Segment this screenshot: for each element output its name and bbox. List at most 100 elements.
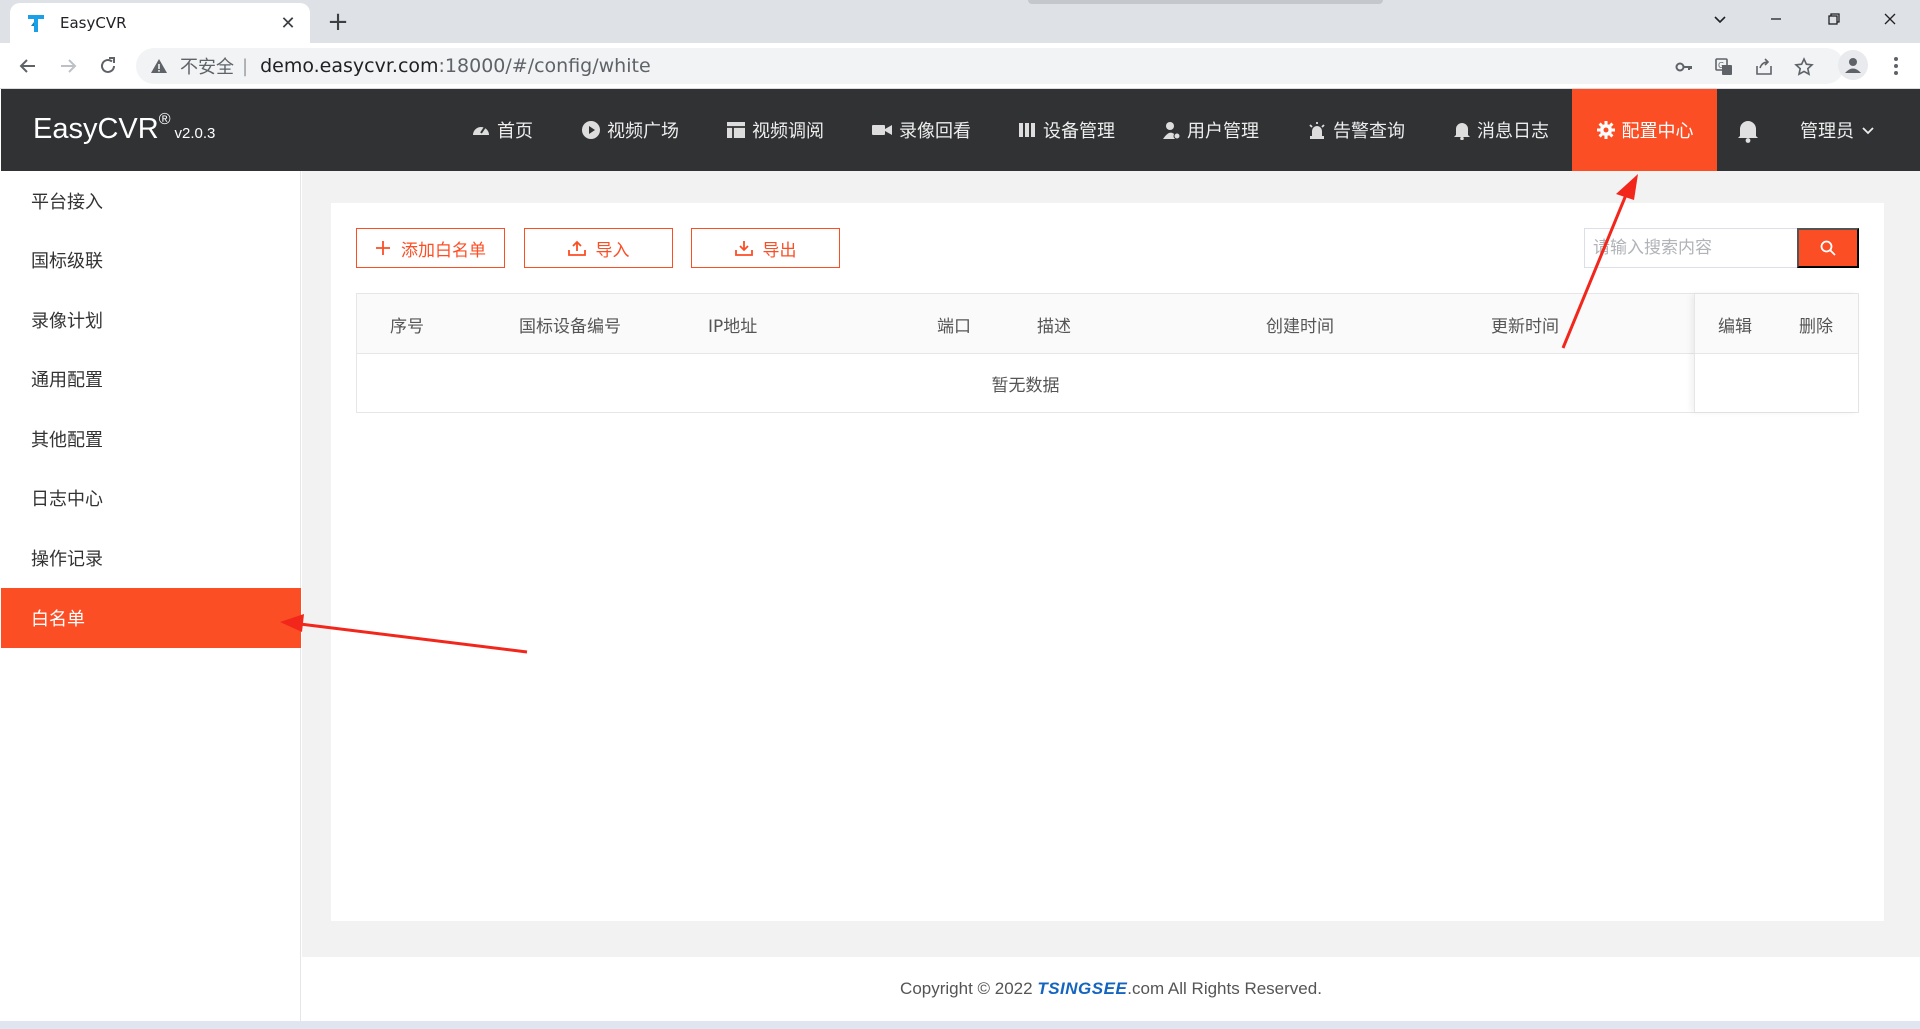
nav-video-square-label: 视频广场 — [607, 121, 679, 142]
notification-bell-icon[interactable] — [1735, 117, 1761, 143]
nav-home-label: 首页 — [497, 121, 533, 142]
nav-playback-label: 录像回看 — [899, 121, 971, 142]
nav-message-log-label: 消息日志 — [1477, 121, 1549, 142]
insecure-label: 不安全 — [180, 57, 234, 78]
reload-icon[interactable] — [92, 50, 124, 82]
search-input[interactable] — [1584, 228, 1797, 268]
user-menu[interactable]: 管理员 — [1800, 89, 1874, 171]
key-icon[interactable] — [1672, 55, 1696, 79]
browser-menu-icon[interactable] — [1884, 52, 1908, 80]
nav-alarm-query-label: 告警查询 — [1333, 121, 1405, 142]
browser-tab-bar: EasyCVR ✕ + — [0, 0, 1920, 43]
profile-avatar-icon[interactable] — [1838, 50, 1868, 80]
device-icon — [1017, 120, 1037, 140]
nav-video-review[interactable]: 视频调阅 — [726, 89, 824, 171]
url-host: demo.easycvr.com — [260, 55, 439, 77]
new-tab-icon[interactable]: + — [322, 6, 354, 38]
table-fixed-actions-column: 编辑 删除 — [1694, 294, 1858, 412]
forward-arrow-icon[interactable] — [52, 50, 84, 82]
nav-user-management-label: 用户管理 — [1187, 121, 1259, 142]
page-footer: Copyright © 2022 TSINGSEE .com All Rights… — [302, 957, 1920, 1021]
upload-icon — [567, 240, 586, 256]
column-header-gb-device-id: 国标设备编号 — [519, 316, 621, 337]
nav-config-center-label: 配置中心 — [1621, 121, 1694, 142]
plus-icon — [375, 240, 391, 256]
sidebar-item-operation-log[interactable]: 操作记录 — [1, 528, 301, 588]
play-circle-icon — [581, 120, 601, 140]
svg-text:G: G — [1718, 61, 1724, 70]
table-header: 序号 国标设备编号 IP地址 端口 描述 创建时间 更新时间 — [357, 294, 1858, 354]
nav-alarm-query[interactable]: 告警查询 — [1307, 89, 1405, 171]
column-header-ip-address: IP地址 — [708, 316, 758, 337]
sidebar-item-whitelist[interactable]: 白名单 — [1, 588, 301, 648]
sidebar-item-recording-plan[interactable]: 录像计划 — [1, 290, 301, 350]
bottom-edge-strip — [0, 1021, 1920, 1029]
config-sidebar: 平台接入 国标级联 录像计划 通用配置 其他配置 日志中心 操作记录 白名单 — [1, 171, 301, 1029]
chevron-down-icon — [1862, 124, 1874, 136]
brand-registered-mark: ® — [158, 111, 171, 128]
gear-icon — [1596, 120, 1616, 140]
export-button[interactable]: 导出 — [691, 228, 840, 268]
whitelist-table: 序号 国标设备编号 IP地址 端口 描述 创建时间 更新时间 编辑 删除 暂无数… — [356, 293, 1859, 413]
search-icon — [1820, 240, 1836, 256]
bookmark-star-icon[interactable] — [1792, 55, 1816, 79]
column-header-port: 端口 — [937, 316, 971, 337]
sidebar-item-other-config[interactable]: 其他配置 — [1, 409, 301, 469]
url-separator: | — [242, 55, 249, 77]
sidebar-item-platform-access[interactable]: 平台接入 — [1, 171, 301, 231]
add-whitelist-label: 添加白名单 — [401, 240, 486, 260]
table-empty-text: 暂无数据 — [991, 375, 1060, 396]
brand-version: v2.0.3 — [174, 125, 216, 142]
brand-logo[interactable]: EasyCVR®v2.0.3 — [33, 111, 216, 146]
url-path: :18000/#/config/white — [438, 55, 651, 77]
nav-video-review-label: 视频调阅 — [752, 121, 824, 142]
browser-tab[interactable]: EasyCVR ✕ — [10, 3, 310, 43]
bell-icon — [1453, 120, 1471, 140]
footer-suffix: .com All Rights Reserved. — [1127, 979, 1322, 998]
layout-icon — [726, 120, 746, 140]
sidebar-item-general-config[interactable]: 通用配置 — [1, 349, 301, 409]
user-menu-label: 管理员 — [1800, 121, 1854, 142]
download-icon — [734, 240, 753, 256]
brand-name: EasyCVR — [33, 113, 159, 145]
back-arrow-icon[interactable] — [12, 50, 44, 82]
add-whitelist-button[interactable]: 添加白名单 — [356, 228, 505, 268]
nav-device-management-label: 设备管理 — [1043, 121, 1115, 142]
tab-search-chevron-icon[interactable] — [1692, 0, 1748, 38]
address-bar[interactable]: 不安全 | demo.easycvr.com:18000/#/config/wh… — [136, 48, 1844, 84]
minimize-icon[interactable] — [1748, 0, 1804, 38]
tab-strip-shadow — [1028, 0, 1383, 4]
nav-playback[interactable]: 录像回看 — [871, 89, 971, 171]
footer-brand: TSINGSEE — [1037, 979, 1128, 998]
video-camera-icon — [871, 120, 893, 140]
nav-device-management[interactable]: 设备管理 — [1017, 89, 1115, 171]
browser-toolbar: 不安全 | demo.easycvr.com:18000/#/config/wh… — [0, 43, 1920, 89]
sidebar-item-log-center[interactable]: 日志中心 — [1, 468, 301, 528]
tab-title: EasyCVR — [60, 14, 127, 32]
nav-message-log[interactable]: 消息日志 — [1453, 89, 1549, 171]
window-close-icon[interactable] — [1862, 0, 1918, 38]
close-tab-icon[interactable]: ✕ — [276, 13, 300, 34]
nav-home[interactable]: 首页 — [471, 89, 533, 171]
nav-config-center[interactable]: 配置中心 — [1572, 89, 1717, 171]
app-header: EasyCVR®v2.0.3 首页 视频广场 视频调阅 录像回看 设备管理 用户… — [1, 89, 1920, 171]
import-button[interactable]: 导入 — [524, 228, 673, 268]
easycvr-favicon-icon — [24, 11, 48, 35]
column-header-edit: 编辑 — [1718, 316, 1752, 337]
column-header-updated-time: 更新时间 — [1491, 316, 1559, 337]
export-label: 导出 — [762, 240, 797, 260]
dashboard-icon — [471, 120, 491, 140]
warning-triangle-icon[interactable] — [150, 57, 168, 75]
footer-copyright: Copyright © 2022 — [900, 979, 1038, 998]
share-icon[interactable] — [1752, 55, 1776, 79]
user-gear-icon — [1161, 120, 1181, 140]
translate-icon[interactable]: G — [1712, 55, 1736, 79]
sidebar-item-gb-cascade[interactable]: 国标级联 — [1, 230, 301, 290]
column-header-index: 序号 — [390, 316, 424, 337]
nav-user-management[interactable]: 用户管理 — [1161, 89, 1259, 171]
column-header-delete: 删除 — [1799, 316, 1833, 337]
restore-icon[interactable] — [1806, 0, 1862, 38]
column-header-created-time: 创建时间 — [1266, 316, 1334, 337]
nav-video-square[interactable]: 视频广场 — [581, 89, 679, 171]
search-button[interactable] — [1797, 228, 1859, 268]
